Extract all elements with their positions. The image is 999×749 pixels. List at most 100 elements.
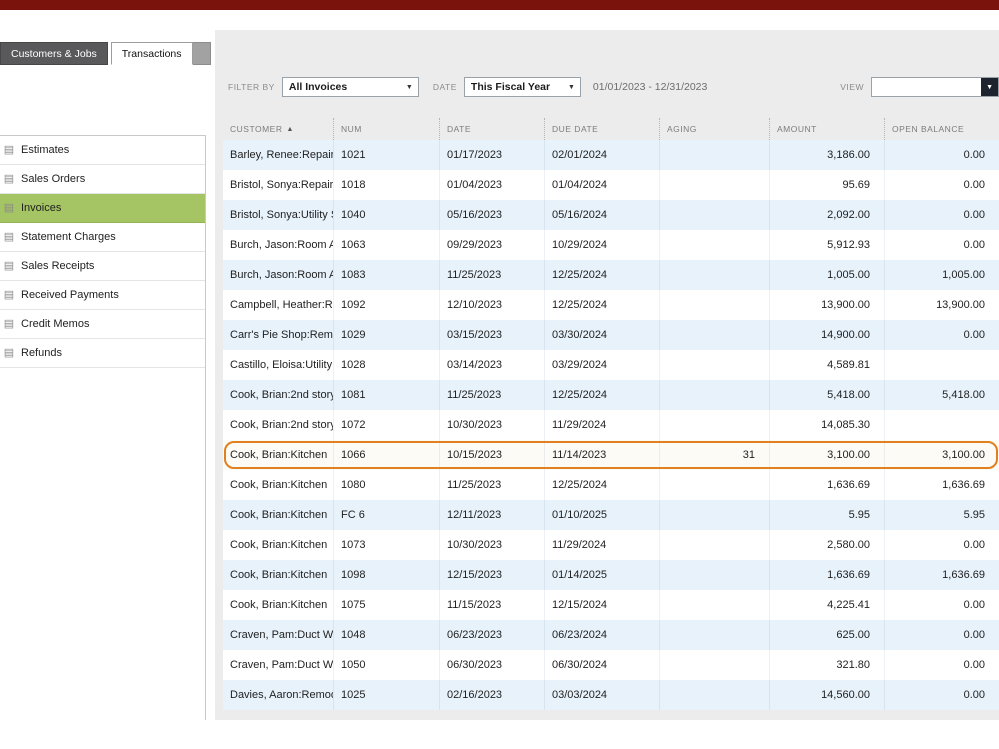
cell-customer: Cook, Brian:Kitchen [223,560,333,590]
cell-num: 1029 [333,320,439,350]
cell-open-balance: 0.00 [884,650,999,680]
table-row[interactable]: Cook, Brian:2nd story ad...108111/25/202… [223,380,999,410]
cell-customer: Bristol, Sonya:Repairs [223,170,333,200]
cell-customer: Cook, Brian:Kitchen [223,440,333,470]
table-row[interactable]: Craven, Pam:Duct Work105006/30/202306/30… [223,650,999,680]
cell-date: 01/04/2023 [439,170,544,200]
cell-num: 1063 [333,230,439,260]
table-row[interactable]: Bristol, Sonya:Utility Shed104005/16/202… [223,200,999,230]
cell-aging [659,200,769,230]
cell-date: 11/25/2023 [439,470,544,500]
filter-by-label: FILTER BY [228,82,275,92]
cell-date: 10/15/2023 [439,440,544,470]
view-dropdown[interactable]: ▼ [871,77,999,97]
sort-asc-icon: ▲ [287,126,294,133]
table-row[interactable]: Craven, Pam:Duct Work104806/23/202306/23… [223,620,999,650]
tab-stub [193,42,211,65]
sidebar-item-label: Sales Orders [21,173,85,185]
title-bar [0,0,999,10]
sidebar-item-sales-receipts[interactable]: ▤ Sales Receipts [0,252,205,281]
date-dropdown[interactable]: This Fiscal Year ▼ [464,77,581,97]
column-header-amount[interactable]: AMOUNT [769,118,884,140]
cell-amount: 5,912.93 [769,230,884,260]
cell-amount: 3,186.00 [769,140,884,170]
cell-amount: 5,418.00 [769,380,884,410]
sidebar-item-statement-charges[interactable]: ▤ Statement Charges [0,223,205,252]
transactions-main-panel: FILTER BY All Invoices ▼ DATE This Fisca… [215,30,999,720]
filter-by-dropdown[interactable]: All Invoices ▼ [282,77,419,97]
sidebar-item-label: Invoices [21,202,61,214]
column-header-open-balance[interactable]: OPEN BALANCE [884,118,999,140]
sidebar-item-label: Credit Memos [21,318,89,330]
cell-amount: 14,900.00 [769,320,884,350]
sidebar-item-estimates[interactable]: ▤ Estimates [0,136,205,165]
cell-num: 1083 [333,260,439,290]
cell-num: 1081 [333,380,439,410]
sidebar-item-label: Refunds [21,347,62,359]
cell-date: 01/17/2023 [439,140,544,170]
table-row[interactable]: Cook, Brian:Kitchen108011/25/202312/25/2… [223,470,999,500]
table-row[interactable]: Bristol, Sonya:Repairs101801/04/202301/0… [223,170,999,200]
cell-due-date: 12/15/2024 [544,590,659,620]
cell-customer: Cook, Brian:Kitchen [223,530,333,560]
cell-amount: 1,005.00 [769,260,884,290]
table-row[interactable]: Cook, Brian:Kitchen107511/15/202312/15/2… [223,590,999,620]
tab-customers-jobs[interactable]: Customers & Jobs [0,42,108,65]
sidebar-item-refunds[interactable]: ▤ Refunds [0,339,205,368]
cell-due-date: 12/25/2024 [544,290,659,320]
table-row-selected[interactable]: Cook, Brian:Kitchen106610/15/202311/14/2… [223,440,999,470]
tab-transactions[interactable]: Transactions [111,42,193,65]
table-row[interactable]: Cook, Brian:2nd story ad...107210/30/202… [223,410,999,440]
cell-aging [659,290,769,320]
cell-num: 1050 [333,650,439,680]
cell-num: 1028 [333,350,439,380]
cell-aging [659,350,769,380]
table-row[interactable]: Burch, Jason:Room Addit...108311/25/2023… [223,260,999,290]
cell-due-date: 02/01/2024 [544,140,659,170]
column-header-num[interactable]: NUM [333,118,439,140]
cell-date: 11/25/2023 [439,380,544,410]
cell-customer: Burch, Jason:Room Addit... [223,230,333,260]
column-header-due-date[interactable]: DUE DATE [544,118,659,140]
table-row[interactable]: Burch, Jason:Room Addit...106309/29/2023… [223,230,999,260]
filter-bar: FILTER BY All Invoices ▼ DATE This Fisca… [228,75,999,99]
cell-amount: 14,560.00 [769,680,884,710]
cell-num: 1066 [333,440,439,470]
column-header-date[interactable]: DATE [439,118,544,140]
sidebar-item-received-payments[interactable]: ▤ Received Payments [0,281,205,310]
column-header-aging[interactable]: AGING [659,118,769,140]
cell-customer: Carr's Pie Shop:Remodel [223,320,333,350]
cell-open-balance: 0.00 [884,530,999,560]
document-icon: ▤ [3,261,15,272]
cell-open-balance: 0.00 [884,620,999,650]
table-row[interactable]: Castillo, Eloisa:Utility Ro...102803/14/… [223,350,999,380]
cell-aging [659,680,769,710]
view-label: VIEW [840,82,864,92]
document-icon: ▤ [3,232,15,243]
sidebar-item-label: Estimates [21,144,69,156]
table-row[interactable]: Campbell, Heather:Rem...109212/10/202312… [223,290,999,320]
column-header-customer[interactable]: CUSTOMER ▲ [223,118,333,140]
cell-aging [659,590,769,620]
table-row[interactable]: Cook, Brian:Kitchen109812/15/202301/14/2… [223,560,999,590]
cell-open-balance: 0.00 [884,200,999,230]
cell-due-date: 12/25/2024 [544,260,659,290]
table-row[interactable]: Davies, Aaron:Remodel102502/16/202303/03… [223,680,999,710]
cell-num: 1098 [333,560,439,590]
cell-num: 1021 [333,140,439,170]
cell-open-balance: 3,100.00 [884,440,999,470]
cell-date: 12/10/2023 [439,290,544,320]
sidebar-item-credit-memos[interactable]: ▤ Credit Memos [0,310,205,339]
cell-date: 02/16/2023 [439,680,544,710]
cell-amount: 3,100.00 [769,440,884,470]
cell-due-date: 01/10/2025 [544,500,659,530]
table-row[interactable]: Barley, Renee:Repairs102101/17/202302/01… [223,140,999,170]
table-row[interactable]: Carr's Pie Shop:Remodel102903/15/202303/… [223,320,999,350]
table-row[interactable]: Cook, Brian:Kitchen107310/30/202311/29/2… [223,530,999,560]
sidebar-item-invoices[interactable]: ▤ Invoices [0,194,205,223]
date-label: DATE [433,82,457,92]
cell-open-balance: 0.00 [884,230,999,260]
table-row[interactable]: Cook, Brian:KitchenFC 612/11/202301/10/2… [223,500,999,530]
sidebar-item-sales-orders[interactable]: ▤ Sales Orders [0,165,205,194]
cell-date: 12/15/2023 [439,560,544,590]
